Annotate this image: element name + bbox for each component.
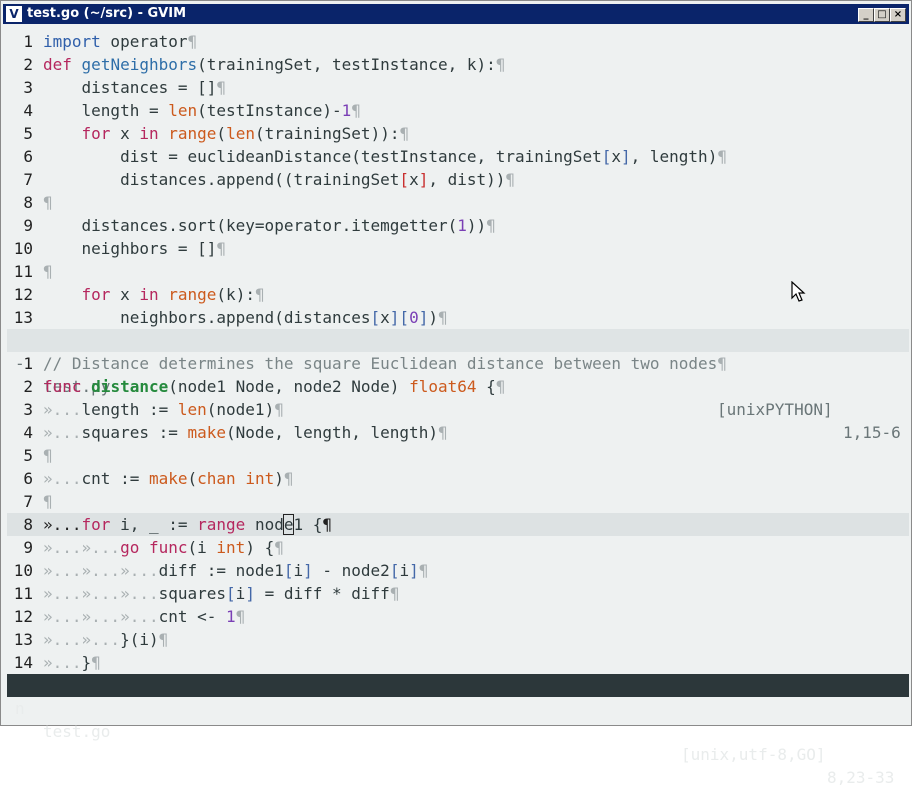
code-line[interactable]: 12 for x in range(k):¶ xyxy=(7,283,909,306)
code-line[interactable]: 5 ¶ xyxy=(7,444,909,467)
code-line-current[interactable]: 8 »...for i, _ := range node1 {¶ xyxy=(7,513,909,536)
line-number: 3 xyxy=(23,78,33,97)
code-line[interactable]: 1// Distance determines the square Eucli… xyxy=(7,352,909,375)
line-number: 13 xyxy=(13,308,33,327)
line-number: 6 xyxy=(23,469,33,488)
code-line[interactable]: 13 neighbors.append(distances[x][0])¶ xyxy=(7,306,909,329)
line-number: 3 xyxy=(23,400,33,419)
status-position: 8,23-33 xyxy=(827,768,895,787)
line-number: 11 xyxy=(13,584,33,603)
code-line[interactable]: 10 neighbors = []¶ xyxy=(7,237,909,260)
code-line[interactable]: 3 »...length := len(node1)¶ xyxy=(7,398,909,421)
line-number: 4 xyxy=(23,101,33,120)
line-number: 7 xyxy=(23,170,33,189)
line-number: 8 xyxy=(23,193,33,212)
status-format: [unix,utf-8,GO] xyxy=(681,745,826,764)
line-number: 2 xyxy=(23,55,33,74)
line-number: 12 xyxy=(13,607,33,626)
line-number: 2 xyxy=(23,377,33,396)
line-number: 1 xyxy=(23,354,33,373)
line-number: 5 xyxy=(23,446,33,465)
code-line[interactable]: 5 for x in range(len(trainingSet)):¶ xyxy=(7,122,909,145)
code-line[interactable]: 12 »...»...»...cnt <- 1¶ xyxy=(7,605,909,628)
title-bar[interactable]: V test.go (~/src) - GVIM _ □ × xyxy=(3,4,909,24)
line-number: 4 xyxy=(23,423,33,442)
status-filename: test.go xyxy=(43,722,111,741)
code-line[interactable]: 14 »...}¶ xyxy=(7,651,909,674)
code-line[interactable]: 13 »...»...}(i)¶ xyxy=(7,628,909,651)
code-line[interactable]: 11 ¶ xyxy=(7,260,909,283)
code-line[interactable]: 9 »...»...go func(i int) {¶ xyxy=(7,536,909,559)
line-number: 9 xyxy=(23,538,33,557)
line-number: 10 xyxy=(13,561,33,580)
status-line-inactive[interactable]: - test.py [unixPYTHON] 1,15-6 xyxy=(7,329,909,442)
line-number: 8 xyxy=(23,515,33,534)
code-line[interactable]: 2 def getNeighbors(trainingSet, testInsta… xyxy=(7,53,909,76)
code-line[interactable]: 8 ¶ xyxy=(7,191,909,214)
window-title: test.go (~/src) - GVIM xyxy=(27,6,187,21)
code-line[interactable]: 6 dist = euclideanDistance(testInstance,… xyxy=(7,145,909,168)
vim-app-icon[interactable]: V xyxy=(6,6,22,22)
code-line[interactable]: 1 import operator¶ xyxy=(7,30,909,53)
code-line[interactable]: 4 »...squares := make(Node, length, lengt… xyxy=(7,421,909,444)
line-number: 11 xyxy=(13,262,33,281)
text-cursor: e xyxy=(282,514,295,535)
minimize-button[interactable]: _ xyxy=(858,8,874,22)
line-number: 12 xyxy=(13,285,33,304)
code-line[interactable]: 3 distances = []¶ xyxy=(7,76,909,99)
code-line[interactable]: 6 »...cnt := make(chan int)¶ xyxy=(7,467,909,490)
line-number: 13 xyxy=(13,630,33,649)
maximize-button[interactable]: □ xyxy=(874,8,890,22)
line-number: 10 xyxy=(13,239,33,258)
line-number: 5 xyxy=(23,124,33,143)
code-line[interactable]: 11 »...»...»...squares[i] = diff * diff¶ xyxy=(7,582,909,605)
mouse-pointer-icon xyxy=(791,281,806,302)
code-line[interactable]: 2 func distance(node1 Node, node2 Node) f… xyxy=(7,375,909,398)
line-number: 6 xyxy=(23,147,33,166)
line-number: 9 xyxy=(23,216,33,235)
line-number: 1 xyxy=(23,32,33,51)
status-mode: n xyxy=(15,699,25,718)
gvim-window: V test.go (~/src) - GVIM _ □ × 1 import o… xyxy=(0,0,912,787)
code-line[interactable]: 4 length = len(testInstance)-1¶ xyxy=(7,99,909,122)
editor-area[interactable]: 1 import operator¶ 2 def getNeighbors(trai… xyxy=(7,30,909,787)
close-button[interactable]: × xyxy=(890,8,906,22)
code-line[interactable]: 7 distances.append((trainingSet[x], dist… xyxy=(7,168,909,191)
code-line[interactable]: 9 distances.sort(key=operator.itemgetter… xyxy=(7,214,909,237)
line-number: 14 xyxy=(13,653,33,672)
status-line-active[interactable]: n test.go [unix,utf-8,GO] 8,23-33 xyxy=(7,674,909,787)
line-number: 7 xyxy=(23,492,33,511)
code-line[interactable]: 10 »...»...»...diff := node1[i] - node2[i… xyxy=(7,559,909,582)
code-line[interactable]: 7 ¶ xyxy=(7,490,909,513)
